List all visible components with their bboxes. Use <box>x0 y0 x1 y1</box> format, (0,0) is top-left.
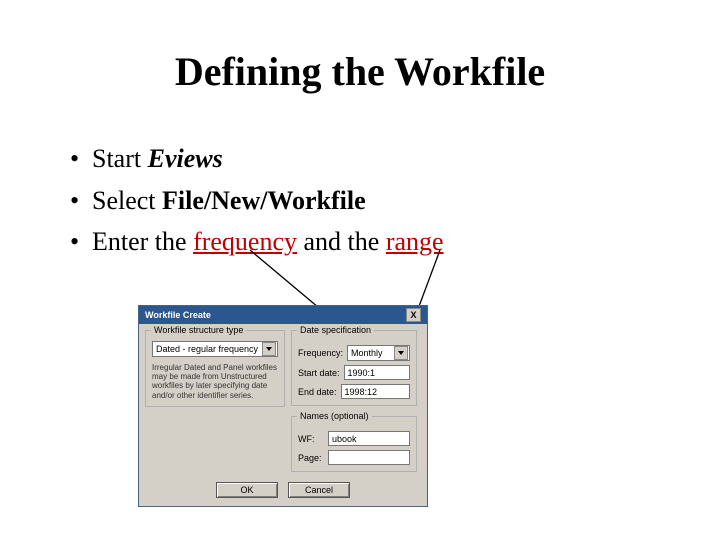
dialog-titlebar[interactable]: Workfile Create X <box>139 306 427 324</box>
names-group: Names (optional) WF: ubook Page: <box>291 416 417 472</box>
dialog-title-text: Workfile Create <box>145 310 211 320</box>
structure-combo[interactable]: Dated - regular frequency <box>152 341 278 357</box>
frequency-label: Frequency: <box>298 348 343 358</box>
end-date-input[interactable]: 1998:12 <box>341 384 410 399</box>
workfile-create-dialog: Workfile Create X Workfile structure typ… <box>138 305 428 507</box>
slide: Defining the Workfile Start Eviews Selec… <box>0 0 720 540</box>
date-spec-group: Date specification Frequency: Monthly St… <box>291 330 417 406</box>
start-date-input[interactable]: 1990:1 <box>344 365 410 380</box>
dialog-button-row: OK Cancel <box>139 476 427 506</box>
structure-legend: Workfile structure type <box>151 325 246 335</box>
names-legend: Names (optional) <box>297 411 372 421</box>
structure-note: Irregular Dated and Panel workfiles may … <box>152 363 278 400</box>
page-input[interactable] <box>328 450 410 465</box>
wf-input[interactable]: ubook <box>328 431 410 446</box>
page-label: Page: <box>298 453 324 463</box>
ok-button[interactable]: OK <box>216 482 278 498</box>
structure-group: Workfile structure type Dated - regular … <box>145 330 285 407</box>
cancel-button[interactable]: Cancel <box>288 482 350 498</box>
frequency-value: Monthly <box>351 348 383 358</box>
date-spec-legend: Date specification <box>297 325 374 335</box>
end-date-label: End date: <box>298 387 337 397</box>
wf-label: WF: <box>298 434 324 444</box>
start-date-label: Start date: <box>298 368 340 378</box>
chevron-down-icon[interactable] <box>394 346 408 360</box>
frequency-combo[interactable]: Monthly <box>347 345 410 361</box>
close-icon[interactable]: X <box>406 308 421 322</box>
chevron-down-icon[interactable] <box>262 342 276 356</box>
structure-value: Dated - regular frequency <box>156 344 258 354</box>
